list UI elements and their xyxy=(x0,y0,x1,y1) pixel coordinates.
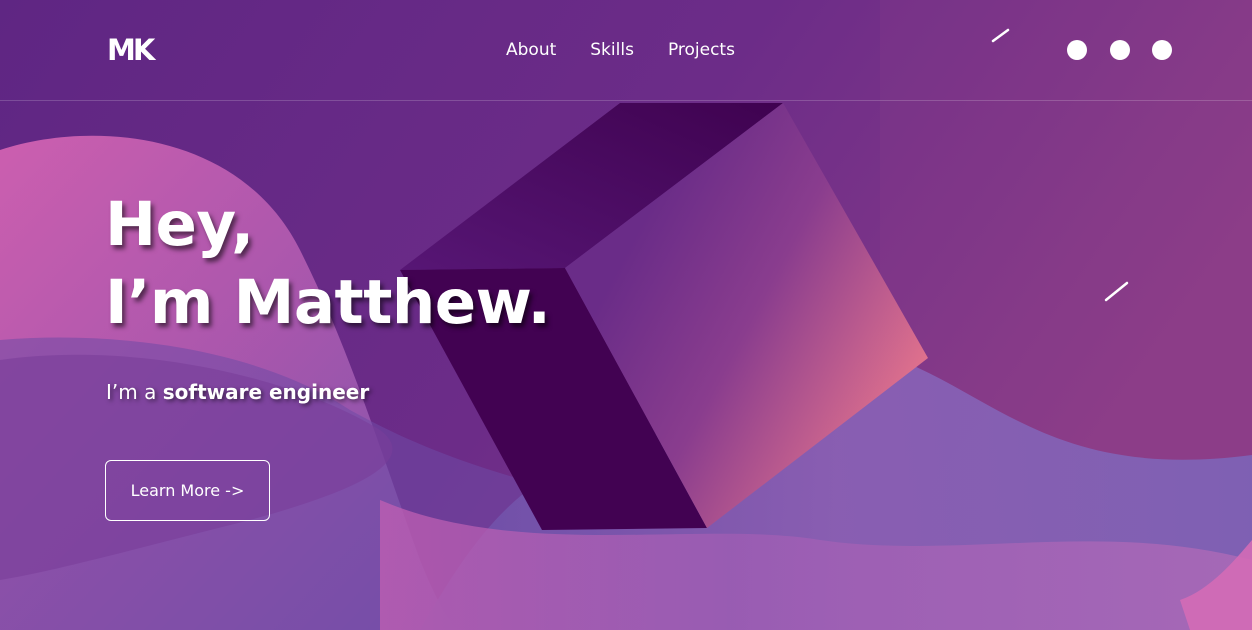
nav-about[interactable]: About xyxy=(506,38,556,62)
hero-title: Hey, I’m Matthew. xyxy=(105,186,551,342)
main-nav: About Skills Projects xyxy=(506,38,735,62)
social-icon-1[interactable] xyxy=(1067,40,1087,60)
hero-subtitle-role: software engineer xyxy=(162,380,370,404)
learn-more-button[interactable]: Learn More -> xyxy=(105,460,270,521)
social-icon-2[interactable] xyxy=(1109,40,1130,60)
nav-skills[interactable]: Skills xyxy=(590,38,634,62)
hero-subtitle-prefix: I’m a xyxy=(106,380,163,404)
social-links xyxy=(1067,40,1172,60)
hero-subtitle: I’m a software engineer xyxy=(106,378,369,406)
nav-projects[interactable]: Projects xyxy=(668,38,735,62)
hero-title-line-1: Hey, xyxy=(105,189,254,260)
logo[interactable]: MK xyxy=(107,34,155,66)
social-icon-3[interactable] xyxy=(1152,40,1172,60)
hero-title-line-2: I’m Matthew. xyxy=(105,267,551,338)
site-header: MK About Skills Projects xyxy=(0,0,1252,101)
